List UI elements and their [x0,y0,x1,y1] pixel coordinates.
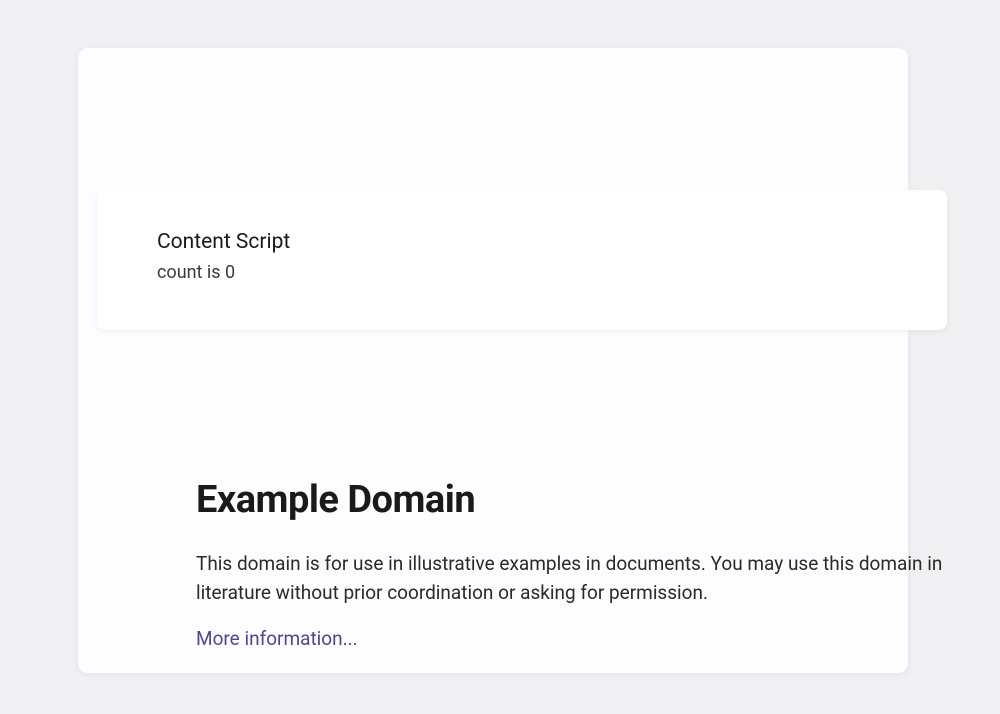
main-card: Example Domain This domain is for use in… [78,48,908,673]
overlay-title: Content Script [157,230,887,254]
content-script-panel: Content Script count is 0 [97,190,947,330]
page-heading: Example Domain [196,478,966,522]
more-info-link[interactable]: More information... [196,627,358,650]
page-content: Example Domain This domain is for use in… [196,478,966,650]
page-description: This domain is for use in illustrative e… [196,550,966,607]
overlay-count: count is 0 [157,262,887,283]
